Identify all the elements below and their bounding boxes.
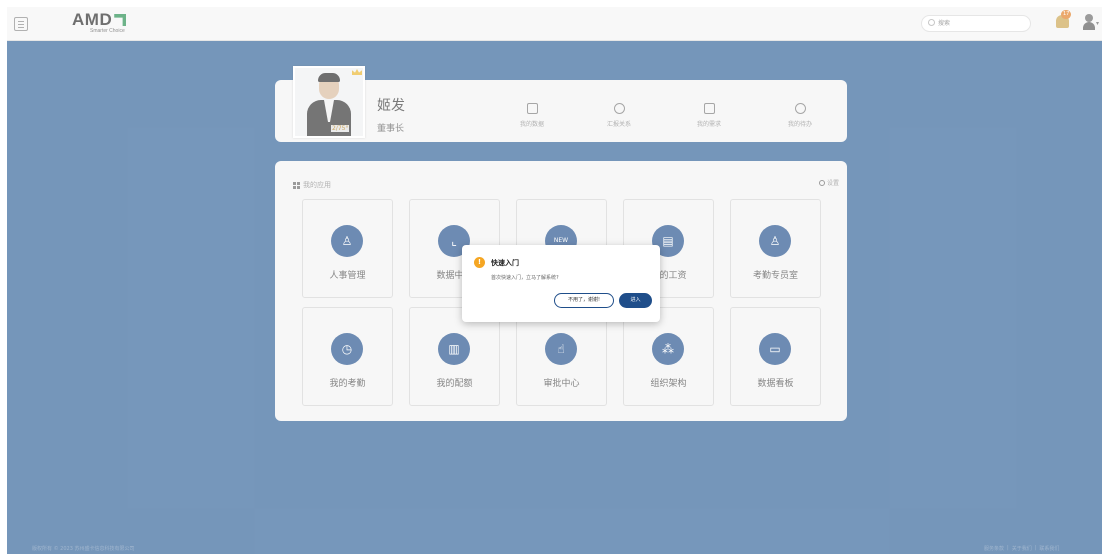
dialog-enter-button[interactable]: 进入: [619, 293, 652, 308]
dialog-cancel-button[interactable]: 不用了，谢谢!: [554, 293, 614, 308]
dialog-message: 首次快速入门，立马了解系统?: [491, 275, 559, 281]
dialog-title: 快速入门: [491, 259, 519, 267]
quick-start-dialog: ! 快速入门 首次快速入门，立马了解系统? 不用了，谢谢! 进入: [462, 245, 660, 322]
app-window: AMD Smarter Choice 17 ▾ 2/75° 姬发 董事长 我的数…: [7, 7, 1102, 554]
warning-icon: !: [474, 257, 485, 268]
